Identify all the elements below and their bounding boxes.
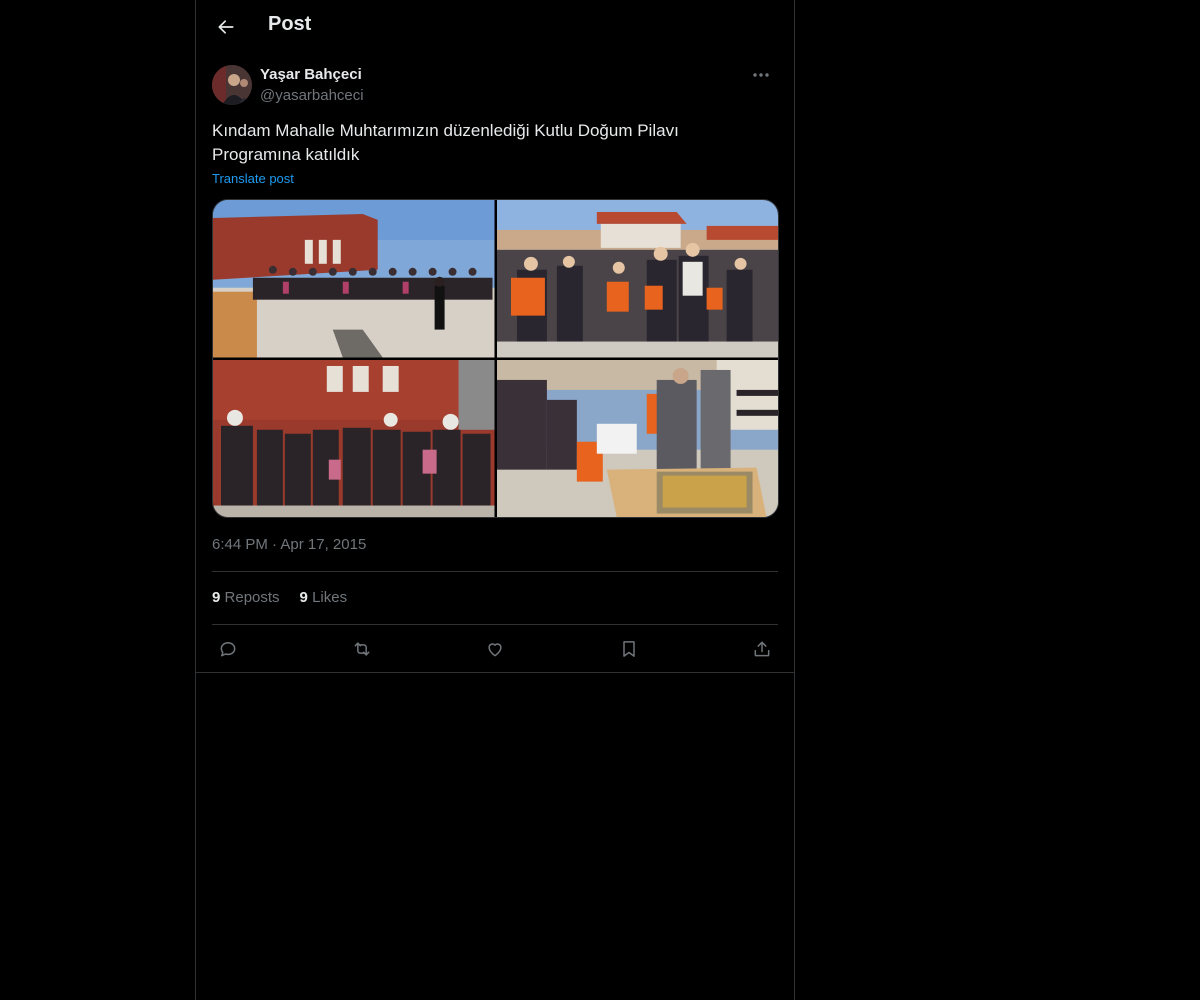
timestamp-separator: · [272, 536, 278, 553]
bookmark-icon [622, 641, 635, 657]
reposts-count: 9 [212, 589, 221, 606]
post-text: Kındam Mahalle Muhtarımızın düzenlediği … [212, 121, 679, 164]
page-title: Post [268, 13, 312, 35]
author-handle[interactable]: @yasarbahceci [260, 87, 364, 104]
post-actions [212, 633, 778, 665]
post-header: Post [196, 0, 794, 54]
heart-icon [488, 643, 502, 657]
post-time[interactable]: 6:44 PM [212, 536, 268, 553]
avatar[interactable] [212, 65, 252, 105]
arrow-left-icon [218, 20, 234, 34]
post-photo-1[interactable] [213, 200, 495, 358]
bookmark-button[interactable] [613, 633, 645, 665]
more-button[interactable] [744, 64, 778, 86]
divider [212, 571, 778, 572]
reply-button[interactable] [212, 633, 244, 665]
repost-button[interactable] [346, 633, 378, 665]
back-button[interactable] [208, 9, 244, 45]
likes-label: Likes [312, 589, 348, 606]
post-column: Post Yaşar Bahçeci @yasarbahceci Kındam … [195, 0, 795, 1000]
more-horizontal-icon [753, 73, 769, 77]
likes-count: 9 [299, 589, 308, 606]
divider [196, 672, 794, 673]
post-date[interactable]: Apr 17, 2015 [280, 536, 366, 553]
likes-stat[interactable]: 9 Likes [300, 589, 348, 606]
reply-icon [220, 642, 236, 657]
share-icon [754, 641, 770, 657]
media-grid [212, 199, 779, 518]
share-button[interactable] [746, 633, 778, 665]
post-photo-3[interactable] [213, 359, 495, 517]
post-timestamp: 6:44 PM · Apr 17, 2015 [212, 536, 366, 553]
post-stats: 9 Reposts 9 Likes [212, 589, 347, 606]
repost-icon [354, 642, 369, 656]
divider [212, 624, 778, 625]
post-author: Yaşar Bahçeci @yasarbahceci [212, 64, 778, 108]
reposts-label: Reposts [224, 589, 280, 606]
like-button[interactable] [479, 633, 511, 665]
reposts-stat[interactable]: 9 Reposts [212, 589, 280, 606]
post-photo-4[interactable] [496, 359, 778, 517]
post-photo-2[interactable] [496, 200, 778, 358]
author-name[interactable]: Yaşar Bahçeci [260, 66, 362, 83]
translate-post-link[interactable]: Translate post [212, 171, 294, 186]
